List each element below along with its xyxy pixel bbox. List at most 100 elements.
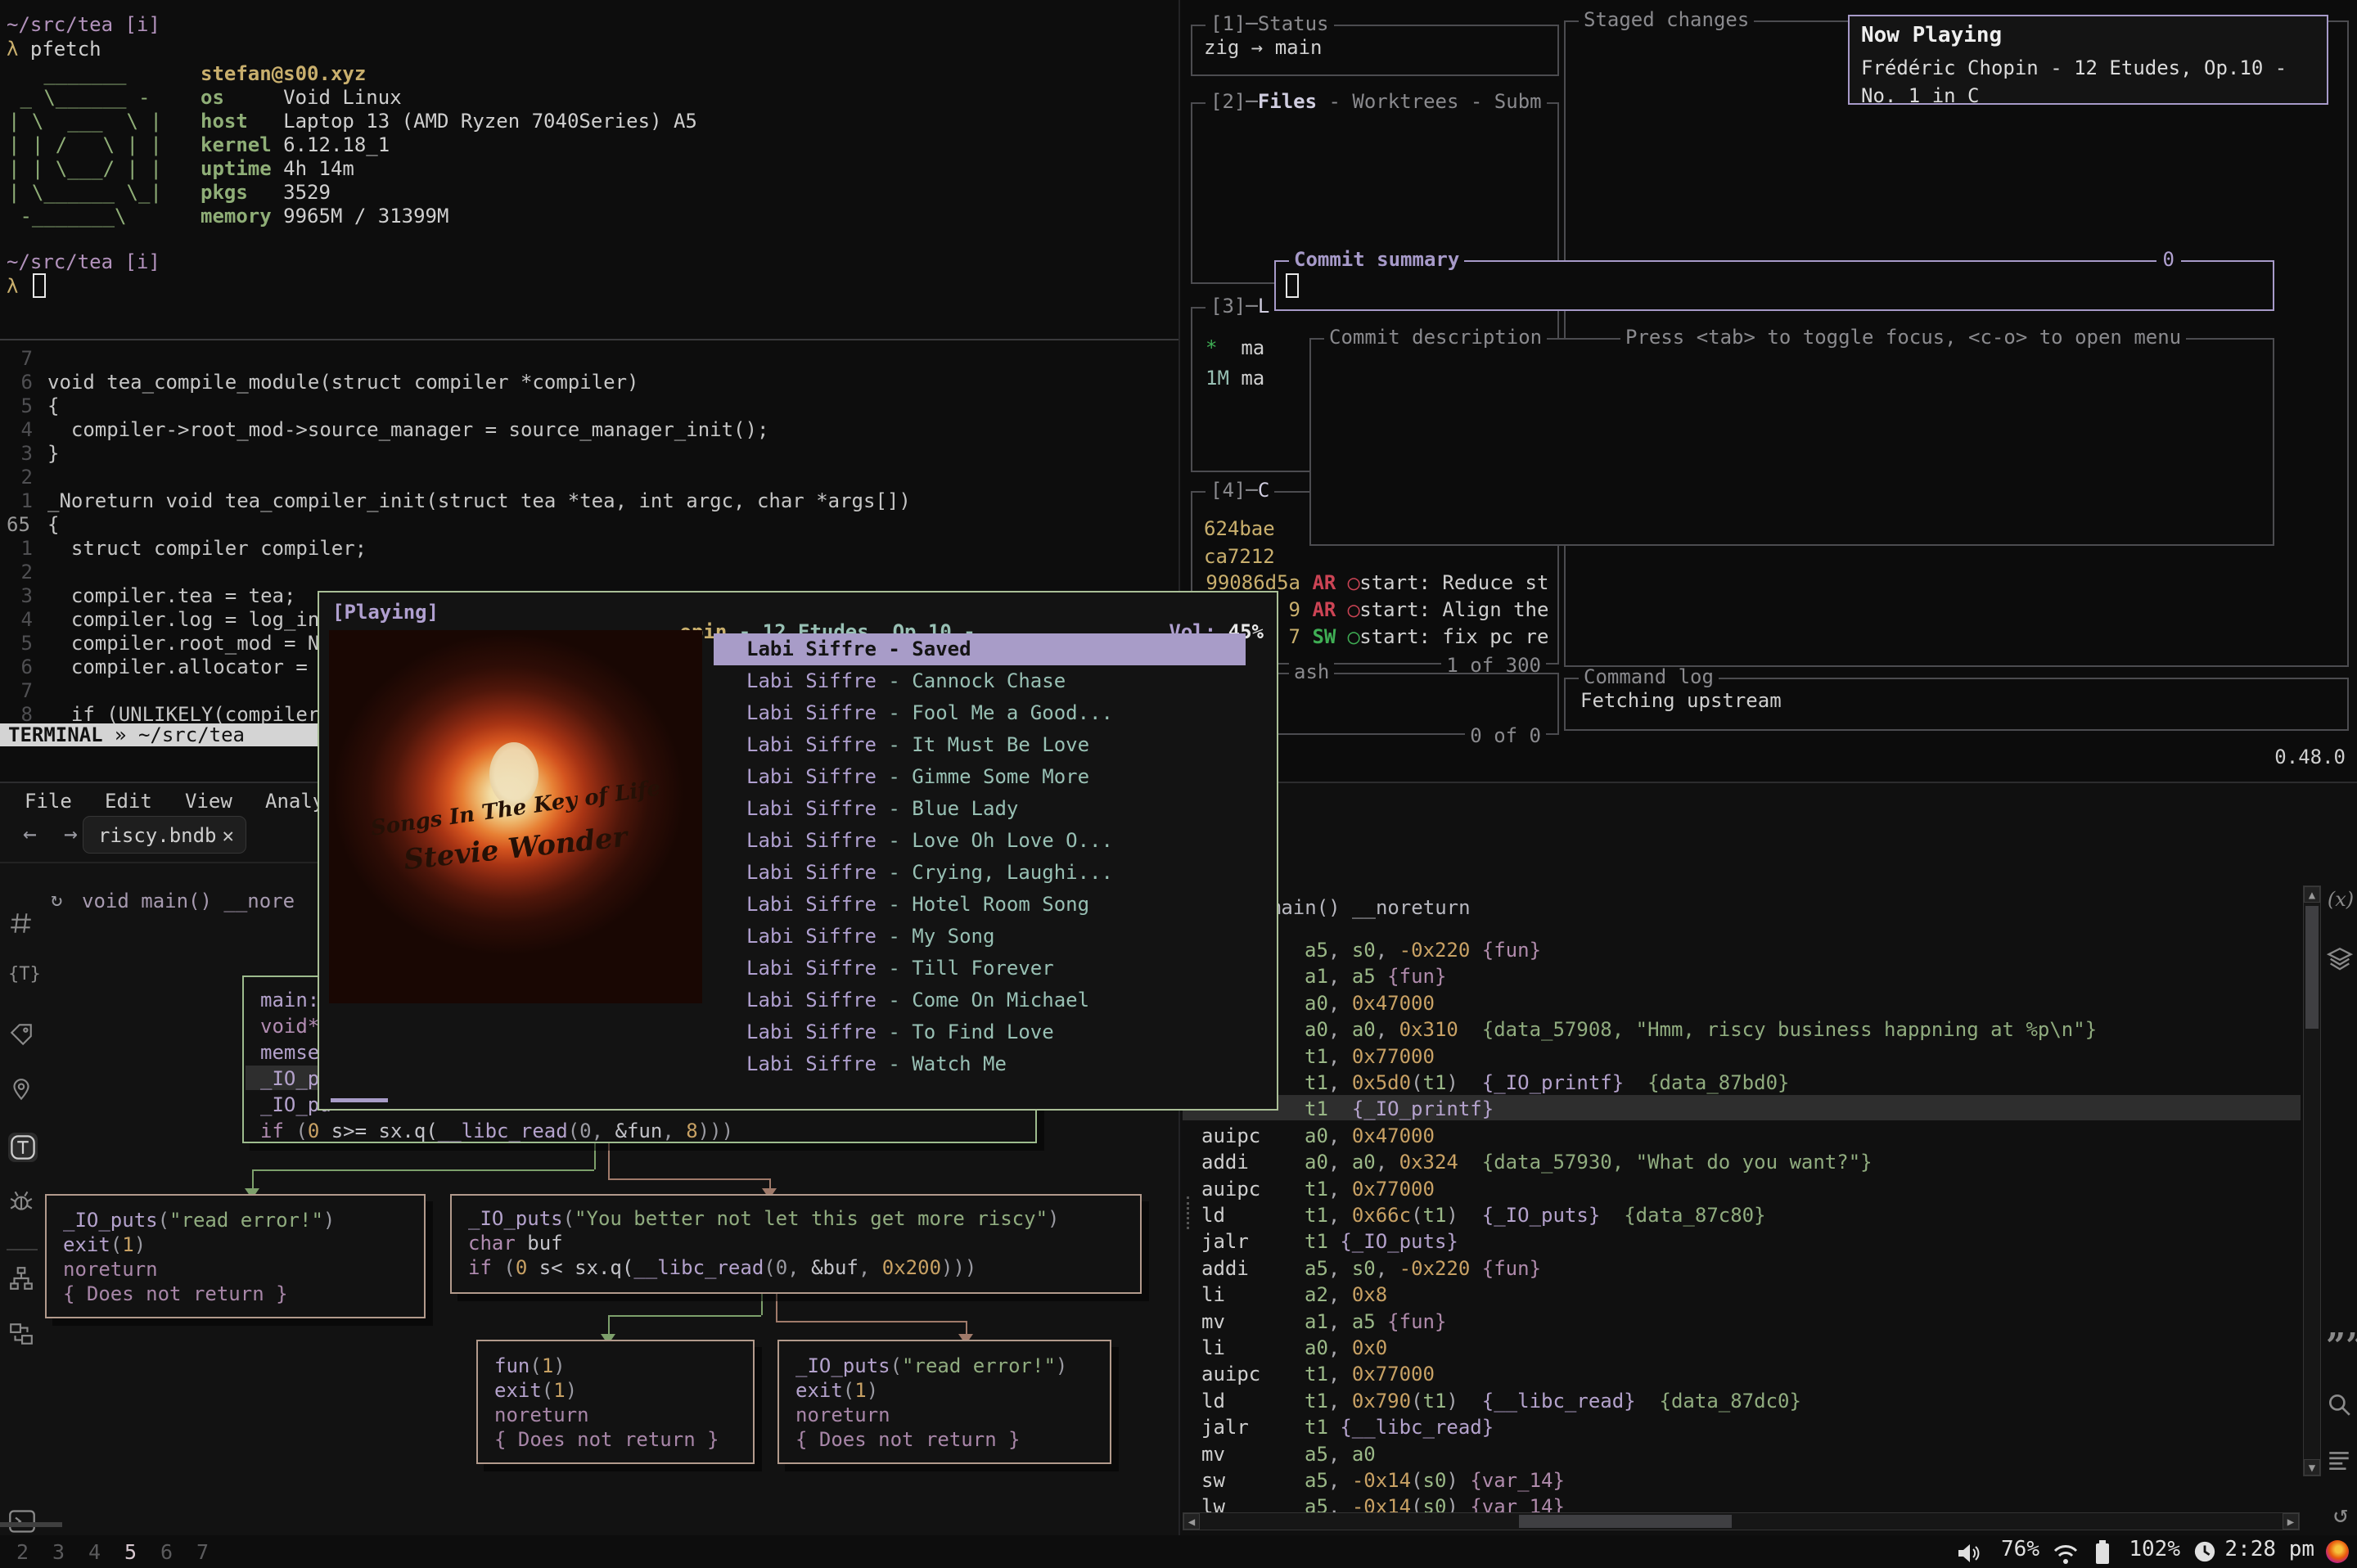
branch-row[interactable]: * ma xyxy=(1206,338,1264,358)
playlist-item[interactable]: Labi Siffre - Watch Me xyxy=(714,1048,1565,1080)
graph-code-line: void* xyxy=(260,1016,319,1036)
refresh-icon[interactable]: ↻ xyxy=(51,890,62,909)
workspace-3[interactable]: 3 xyxy=(52,1542,65,1562)
menu-edit[interactable]: Edit xyxy=(105,791,152,811)
playlist-item[interactable]: Labi Siffre - Saved xyxy=(714,633,1246,665)
hash-icon[interactable] xyxy=(8,910,38,939)
disasm-mnemonic[interactable]: li xyxy=(1201,1285,1225,1304)
workspace-7[interactable]: 7 xyxy=(196,1542,209,1562)
workspace-2[interactable]: 2 xyxy=(16,1542,29,1562)
workspace-4[interactable]: 4 xyxy=(88,1542,101,1562)
commit-summary-popup[interactable]: Commit summary 0 xyxy=(1274,260,2274,311)
tray-app-badge[interactable] xyxy=(2326,1540,2349,1563)
fun-block[interactable]: fun(1)exit(1)noreturn{ Does not return } xyxy=(476,1340,755,1464)
disasm-operands[interactable]: a0, 0x47000 xyxy=(1305,1126,1435,1146)
disasm-operands[interactable]: a0, a0, 0x324 {data_57930, "What do you … xyxy=(1305,1152,1873,1172)
history-icon[interactable]: ↺ xyxy=(2326,1503,2355,1532)
playlist-item[interactable]: Labi Siffre - Love Oh Love O... xyxy=(714,825,1565,857)
disasm-mnemonic[interactable]: auipc xyxy=(1201,1364,1260,1384)
disasm-mnemonic[interactable]: auipc xyxy=(1201,1126,1260,1146)
disasm-operands[interactable]: a5, -0x14(s0) {var_14} xyxy=(1305,1471,1565,1490)
types-icon[interactable]: {T} xyxy=(8,966,38,995)
ascii-art-line: _______ xyxy=(8,64,127,83)
disasm-operands[interactable]: t1 {__libc_read} xyxy=(1305,1417,1494,1437)
line-number: 1 xyxy=(0,538,33,558)
tag-icon[interactable] xyxy=(8,1021,38,1051)
disasm-mnemonic[interactable]: jalr xyxy=(1201,1417,1249,1437)
playlist-item[interactable]: Labi Siffre - Fool Me a Good... xyxy=(714,697,1565,729)
graph-edge xyxy=(776,1294,777,1321)
disasm-mnemonic[interactable]: ld xyxy=(1201,1205,1225,1225)
menu-view[interactable]: View xyxy=(185,791,232,811)
playlist-item[interactable]: Labi Siffre - Gimme Some More xyxy=(714,761,1565,793)
wifi-icon[interactable] xyxy=(2053,1541,2079,1566)
read-error-block-2[interactable]: _IO_puts("read error!")exit(1)noreturn{ … xyxy=(777,1340,1111,1464)
disasm-operands[interactable]: a0, 0x0 xyxy=(1305,1338,1387,1358)
riscy-block[interactable]: _IO_puts("You better not let this get mo… xyxy=(450,1194,1142,1294)
player-progress-bar[interactable] xyxy=(331,1098,388,1102)
disasm-operands[interactable]: a2, 0x8 xyxy=(1305,1285,1387,1304)
disasm-mnemonic[interactable]: addi xyxy=(1201,1152,1249,1172)
commit-hash-row[interactable]: 624bae xyxy=(1204,519,1275,538)
playlist-item[interactable]: Labi Siffre - To Find Love xyxy=(714,1016,1565,1048)
disasm-operands[interactable]: t1, 0x77000 xyxy=(1305,1179,1435,1199)
tab-riscy-bndb[interactable]: riscy.bndb ✕ xyxy=(83,816,246,854)
graph-code-line: noreturn xyxy=(63,1259,158,1279)
disasm-operands[interactable]: t1, 0x66c(t1) {_IO_puts} {data_87c80} xyxy=(1305,1205,1766,1225)
disasm-mnemonic[interactable]: sw xyxy=(1201,1471,1225,1490)
search-icon[interactable] xyxy=(2326,1391,2355,1421)
now-playing-notification[interactable]: Now Playing Frédéric Chopin - 12 Etudes,… xyxy=(1848,15,2328,105)
ascii-art-line: _ \______ - xyxy=(8,88,150,107)
commit-row[interactable]: 99086d5a AR ◯start: Reduce st xyxy=(1204,573,1548,593)
breadcrumb[interactable]: void main() __nore xyxy=(82,891,295,911)
disasm-operands[interactable]: a5, a0 xyxy=(1305,1444,1376,1464)
quotes-icon[interactable]: ”” xyxy=(2326,1336,2355,1365)
playlist-item[interactable]: Labi Siffre - It Must Be Love xyxy=(714,729,1565,761)
disasm-operands[interactable]: t1 {_IO_printf} xyxy=(1305,1099,1494,1119)
disasm-mnemonic[interactable]: mv xyxy=(1201,1444,1225,1464)
tab-close-icon[interactable]: ✕ xyxy=(223,826,234,845)
bug-icon[interactable] xyxy=(8,1188,38,1218)
branch-row[interactable]: 1M ma xyxy=(1206,368,1264,388)
variables-icon[interactable]: (x) xyxy=(2326,890,2355,919)
disasm-operands[interactable]: a1, a5 {fun} xyxy=(1305,1312,1446,1331)
disasm-mnemonic[interactable]: addi xyxy=(1201,1259,1249,1278)
git-status-panel[interactable]: [1]─Status zig → main xyxy=(1191,25,1559,76)
nav-forward-button[interactable]: → xyxy=(64,822,78,845)
commit-hash-row[interactable]: ca7212 xyxy=(1204,547,1275,566)
text-tool-icon[interactable] xyxy=(8,1133,38,1162)
menu-file[interactable]: File xyxy=(25,791,72,811)
disasm-operands[interactable]: a5, s0, -0x220 {fun} xyxy=(1305,1259,1541,1278)
playlist-item[interactable]: Labi Siffre - Blue Lady xyxy=(714,793,1565,825)
disasm-operands[interactable]: t1 {_IO_puts} xyxy=(1305,1232,1458,1251)
disasm-operands[interactable]: t1, 0x77000 xyxy=(1305,1364,1435,1384)
playlist-item[interactable]: Labi Siffre - My Song xyxy=(714,921,1565,953)
playlist-item[interactable]: Labi Siffre - Crying, Laughi... xyxy=(714,857,1565,889)
terminal-cursor[interactable] xyxy=(33,273,46,298)
playlist-item[interactable]: Labi Siffre - Come On Michael xyxy=(714,985,1565,1016)
disasm-mnemonic[interactable]: jalr xyxy=(1201,1232,1249,1251)
playlist-item[interactable]: Labi Siffre - Till Forever xyxy=(714,953,1565,985)
disasm-mnemonic[interactable]: li xyxy=(1201,1338,1225,1358)
playlist-item[interactable]: Labi Siffre - Hotel Room Song xyxy=(714,889,1565,921)
playlist-item[interactable]: Labi Siffre - Cannock Chase xyxy=(714,665,1565,697)
hierarchy-icon[interactable] xyxy=(8,1265,38,1295)
volume-icon[interactable] xyxy=(1956,1541,1981,1566)
vertical-scrollbar[interactable]: ▲ ▼ xyxy=(2303,885,2321,1476)
music-player-window[interactable]: [Playing] opin - 12 Etudes, Op.10 - Vol:… xyxy=(318,591,1278,1111)
disasm-operands[interactable]: t1, 0x790(t1) {__libc_read} {data_87dc0} xyxy=(1305,1391,1801,1411)
swap-icon[interactable] xyxy=(8,1321,38,1350)
disasm-mnemonic[interactable]: ld xyxy=(1201,1391,1225,1411)
workspace-6[interactable]: 6 xyxy=(160,1542,173,1562)
notification-body: Frédéric Chopin - 12 Etudes, Op.10 - No.… xyxy=(1861,54,2315,110)
nav-back-button[interactable]: ← xyxy=(23,822,37,845)
log-lines-icon[interactable] xyxy=(2326,1447,2355,1476)
disasm-mnemonic[interactable]: mv xyxy=(1201,1312,1225,1331)
commit-description-popup[interactable]: Commit description Press <tab> to toggle… xyxy=(1309,338,2274,546)
location-icon[interactable] xyxy=(8,1077,38,1106)
horizontal-scrollbar[interactable]: ◀ ▶ xyxy=(1183,1512,2300,1530)
disasm-mnemonic[interactable]: auipc xyxy=(1201,1179,1260,1199)
workspace-5[interactable]: 5 xyxy=(124,1542,137,1562)
layers-icon[interactable] xyxy=(2326,947,2355,976)
read-error-block-1[interactable]: _IO_puts("read error!")exit(1)noreturn{ … xyxy=(45,1194,426,1318)
